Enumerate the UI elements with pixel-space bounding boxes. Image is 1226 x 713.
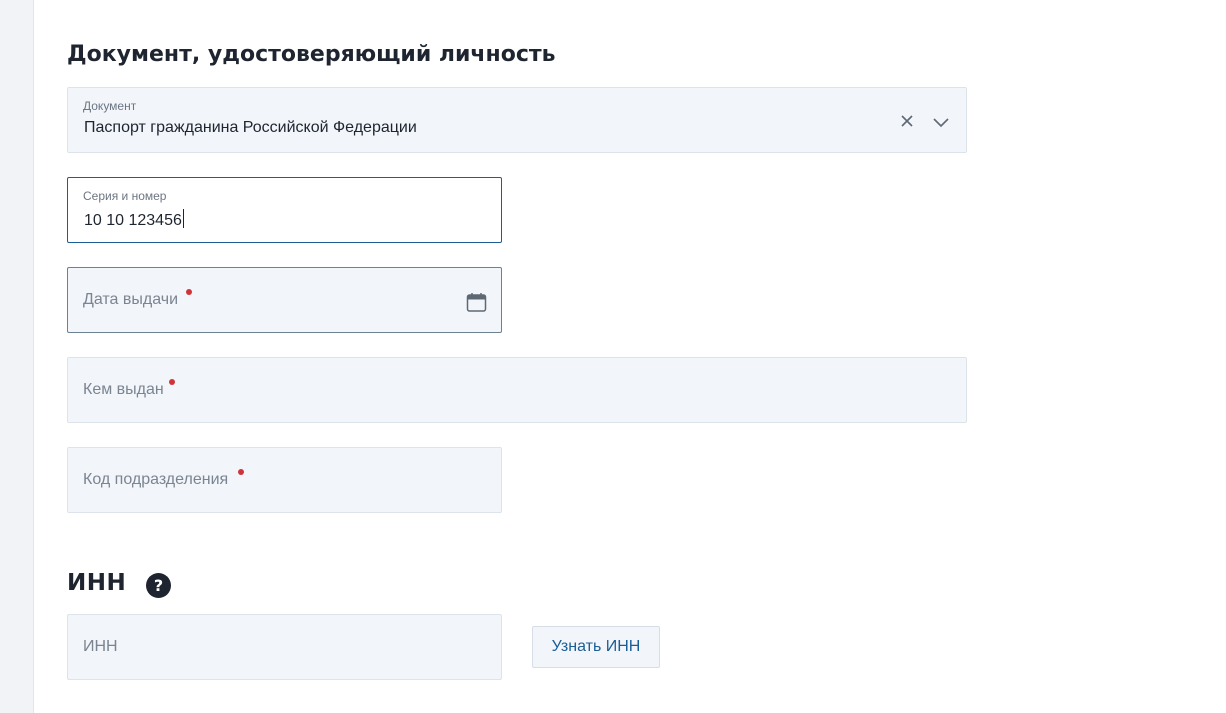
series-number-text: 10 10 123456 (84, 212, 182, 229)
document-type-value: Паспорт гражданина Российской Федерации (84, 119, 417, 136)
document-type-label: Документ (83, 99, 137, 113)
issue-date-placeholder: Дата выдачи (83, 291, 179, 308)
chevron-down-icon[interactable] (932, 115, 950, 128)
series-number-value[interactable]: 10 10 123456 (84, 209, 184, 230)
identity-document-title: Документ, удостоверяющий личность (67, 42, 556, 67)
inn-field[interactable]: ИНН (67, 614, 502, 680)
inn-title: ИНН (67, 570, 127, 596)
department-code-placeholder: Код подразделения (83, 471, 229, 488)
required-indicator (186, 289, 192, 295)
inn-placeholder: ИНН (83, 638, 118, 655)
left-side-rail (0, 0, 34, 713)
issue-date-field[interactable]: Дата выдачи (67, 267, 502, 333)
issued-by-placeholder: Кем выдан (83, 381, 164, 398)
required-indicator (238, 469, 244, 475)
department-code-field[interactable]: Код подразделения (67, 447, 502, 513)
series-number-label: Серия и номер (83, 189, 167, 203)
series-number-field[interactable]: Серия и номер 10 10 123456 (67, 177, 502, 243)
text-cursor (182, 209, 184, 228)
question-circle-icon[interactable]: ? (146, 573, 171, 598)
calendar-icon[interactable] (466, 292, 487, 313)
required-indicator (169, 379, 175, 385)
close-icon[interactable] (900, 114, 914, 128)
issued-by-field[interactable]: Кем выдан (67, 357, 967, 423)
find-inn-button[interactable]: Узнать ИНН (532, 626, 660, 668)
document-type-select[interactable]: Документ Паспорт гражданина Российской Ф… (67, 87, 967, 153)
